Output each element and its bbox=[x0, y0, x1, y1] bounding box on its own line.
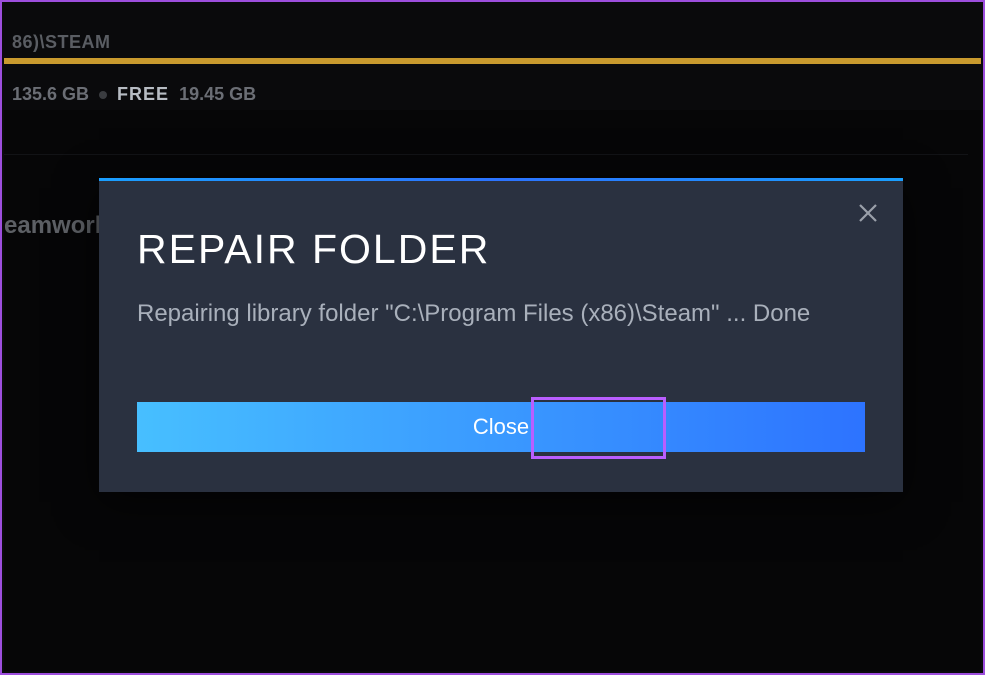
close-button[interactable]: Close bbox=[137, 402, 865, 452]
close-icon[interactable] bbox=[855, 200, 881, 226]
dialog-message: Repairing library folder "C:\Program Fil… bbox=[137, 298, 865, 329]
free-space-label: FREE bbox=[117, 84, 169, 105]
dialog-title: REPAIR FOLDER bbox=[137, 226, 490, 273]
storage-info-row: 135.6 GB FREE 19.45 GB bbox=[12, 84, 256, 105]
repair-folder-dialog: REPAIR FOLDER Repairing library folder "… bbox=[99, 178, 903, 492]
used-space-value: 135.6 GB bbox=[12, 84, 89, 105]
dialog-accent-bar bbox=[99, 178, 903, 181]
library-path-fragment: 86)\STEAM bbox=[12, 32, 111, 53]
dot-separator-icon bbox=[99, 91, 107, 99]
close-button-label: Close bbox=[473, 414, 529, 440]
storage-usage-bar bbox=[4, 58, 981, 64]
free-space-value: 19.45 GB bbox=[179, 84, 256, 105]
